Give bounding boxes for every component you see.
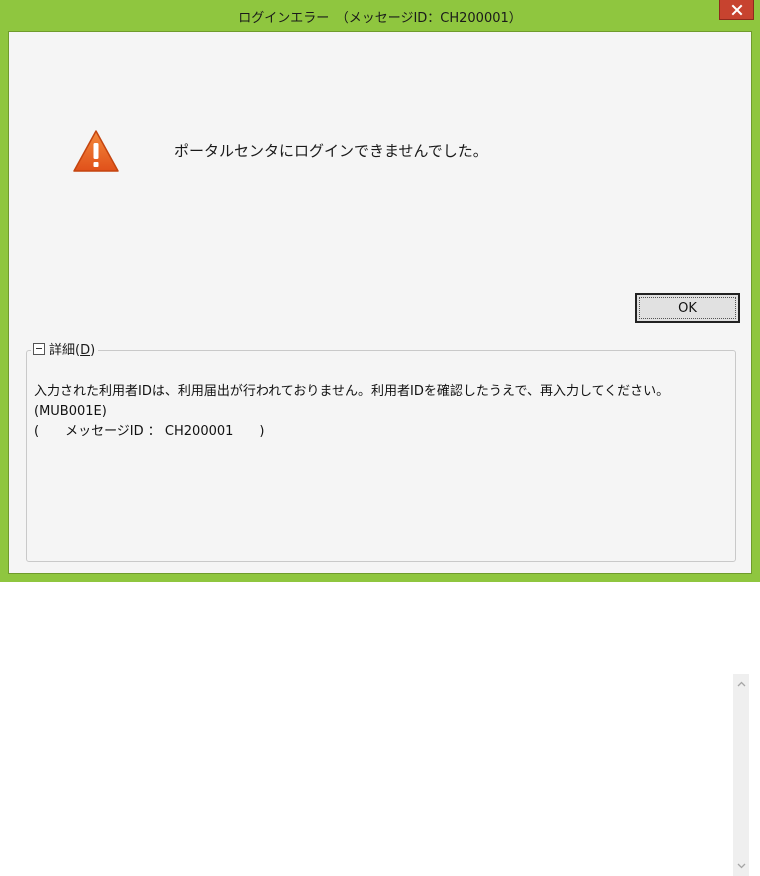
- chevron-down-icon: [737, 863, 745, 869]
- scroll-down-button[interactable]: [733, 858, 749, 874]
- details-label: 詳細(D): [49, 343, 96, 358]
- details-header[interactable]: 詳細(D): [31, 339, 99, 358]
- warning-icon: [73, 130, 119, 172]
- title-bar[interactable]: ログインエラー （メッセージID：CH200001）: [0, 0, 760, 31]
- window-title: ログインエラー （メッセージID：CH200001）: [238, 11, 522, 26]
- details-scrollbar[interactable]: [733, 674, 749, 876]
- error-message: ポータルセンタにログインできませんでした。: [174, 142, 488, 160]
- ok-button[interactable]: OK: [635, 293, 740, 323]
- close-button[interactable]: [719, 0, 754, 20]
- chevron-up-icon: [737, 681, 745, 687]
- details-line: ( メッセージID ： CH200001 ): [34, 424, 265, 439]
- dialog-content: ポータルセンタにログインできませんでした。 OK 詳細(D) 入力された利用者I…: [8, 31, 752, 876]
- dialog-window: ログインエラー （メッセージID：CH200001） ポータルセンタにログインで…: [0, 0, 760, 876]
- collapse-icon[interactable]: [33, 342, 45, 355]
- details-text: 入力された利用者IDは、利用届出が行われておりません。利用者IDを確認したうえで…: [34, 382, 714, 442]
- ok-button-label: OK: [678, 300, 697, 316]
- details-line: (MUB001E): [34, 404, 107, 419]
- close-icon: [731, 4, 742, 15]
- details-line: 入力された利用者IDは、利用届出が行われておりません。利用者IDを確認したうえで…: [34, 384, 670, 399]
- scroll-up-button[interactable]: [733, 676, 749, 692]
